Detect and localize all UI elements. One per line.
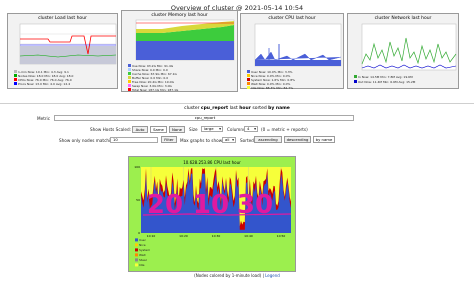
size-select[interactable]: large ▾ — [201, 126, 223, 132]
svg-text:Idle Now: 88.3% Min: 84.7%: Idle Now: 88.3% Min: 84.7% — [251, 86, 293, 90]
x-tick-label: 10:30 — [212, 234, 221, 238]
svg-text:Out Now: 11.4M Min: 6.6M A: Out Now: 11.4M Min: 6.6M Avg: 15.2M — [358, 80, 416, 84]
handwritten-annotation: 30 — [237, 190, 273, 220]
legend-swatch — [135, 258, 138, 262]
handwritten-annotation: 20 — [147, 190, 183, 220]
legend-swatch — [135, 243, 138, 247]
metric-select[interactable]: cpu_report — [54, 115, 354, 121]
footer-text: (Nodes colored by 1-minute load) — [194, 273, 262, 278]
svg-text:In Now: 14.5M Min: 7.8M A: In Now: 14.5M Min: 7.8M Avg: 19.6M — [358, 75, 413, 79]
y-tick-label: 100 — [134, 165, 140, 169]
metric-select-value: cpu_report — [194, 115, 216, 120]
x-tick-label: 10:20 — [179, 234, 188, 238]
scale-auto-button[interactable]: Auto — [132, 126, 148, 133]
network-graph-panel[interactable]: cluster Network last hour In Now: 14.5M … — [347, 13, 459, 89]
footer-note: (Nodes colored by 1-minute load) | Legen… — [0, 273, 474, 278]
legend-label: Steal — [139, 258, 147, 262]
host-graph-title: 10.628.253.86 CPU last hour — [183, 160, 241, 165]
legend-label: Wait — [139, 253, 146, 257]
x-tick-label: 10:50 — [277, 234, 286, 238]
columns-select[interactable]: 4 ▾ — [244, 126, 258, 132]
show-hosts-scaled-label: Show Hosts Scaled: — [90, 127, 132, 132]
legend-link[interactable]: Legend — [265, 273, 280, 278]
sort-by-name-button[interactable]: by name — [313, 136, 335, 143]
scale-none-button[interactable]: None — [169, 126, 185, 133]
sorted-label: Sorted — [240, 138, 254, 143]
legend-label: User — [139, 238, 147, 242]
columns-label: Columns — [227, 127, 246, 132]
filter-button[interactable]: Filter — [161, 136, 177, 143]
scale-same-button[interactable]: Same — [150, 126, 167, 133]
columns-select-value: 4 — [247, 126, 250, 131]
chevron-down-icon: ▾ — [219, 126, 221, 131]
chevron-down-icon: ▾ — [254, 126, 256, 131]
max-graphs-label: Max graphs to show — [180, 138, 223, 143]
svg-text:Total Now: 187.1G Min: 187.1: Total Now: 187.1G Min: 187.1G — [131, 88, 179, 92]
host-cpu-graph[interactable]: 10.628.253.86 CPU last hour 10:10 10:20 10… — [128, 156, 296, 272]
svg-text:Procs Now: 13.0 Min: 4.0 A: Procs Now: 13.0 Min: 4.0 Avg: 12.4 — [18, 82, 70, 86]
filter-input[interactable]: 10 — [110, 137, 158, 143]
annotation-underline — [142, 213, 292, 216]
host-cpu-graph-plot: 10.628.253.86 CPU last hour 10:10 10:20 10… — [129, 157, 295, 271]
legend-swatch — [135, 248, 138, 252]
size-select-value: large — [204, 126, 214, 131]
section-divider — [0, 103, 474, 104]
legend-label: System — [139, 248, 150, 252]
show-only-label: Show only nodes matching — [59, 138, 116, 143]
sort-ascending-button[interactable]: ascending — [254, 136, 282, 143]
x-tick-label: 10:10 — [147, 234, 156, 238]
memory-graph-panel[interactable]: cluster Memory last hour Use Now: 93.2G … — [121, 10, 238, 92]
cpu-graph-plot: User Now: 10.0% Min: 3.3% Nice Now: 0.0%… — [247, 23, 342, 90]
legend-label: Idle — [139, 263, 145, 267]
footer-separator: | — [262, 273, 264, 278]
load-graph-panel[interactable]: cluster Load last hour 1-min Now: 10.1 M… — [7, 13, 118, 89]
handwritten-annotation: 10 — [193, 190, 229, 220]
y-tick-label: 50 — [136, 198, 140, 202]
chevron-down-icon: ▾ — [232, 137, 234, 142]
size-label: Size — [189, 127, 198, 132]
network-graph-plot: In Now: 14.5M Min: 7.8M Avg: 19.6M Out N… — [354, 23, 457, 84]
legend-swatch — [135, 253, 138, 257]
legend-label: Nice — [139, 243, 146, 247]
sort-descending-button[interactable]: descending — [284, 136, 311, 143]
report-header: cluster cpu_report last hour sorted by n… — [184, 106, 290, 111]
load-graph-plot: 1-min Now: 10.1 Min: 4.3 Avg: 9.1 Nodes … — [14, 23, 117, 86]
cpu-graph-panel[interactable]: cluster CPU last hour User Now: 10.0% Mi… — [240, 13, 344, 90]
max-graphs-select[interactable]: all ▾ — [222, 137, 236, 143]
max-graphs-value: all — [225, 137, 230, 142]
y-tick-label: 0 — [138, 231, 140, 235]
legend-swatch — [135, 263, 138, 267]
memory-graph-plot: Use Now: 93.2G Min: 91.4G Share Now: 0.0… — [128, 19, 235, 92]
x-tick-label: 10:40 — [244, 234, 253, 238]
legend-swatch — [135, 238, 138, 242]
metric-label: Metric — [37, 116, 51, 121]
columns-hint: (0 = metric + reports) — [261, 127, 308, 132]
